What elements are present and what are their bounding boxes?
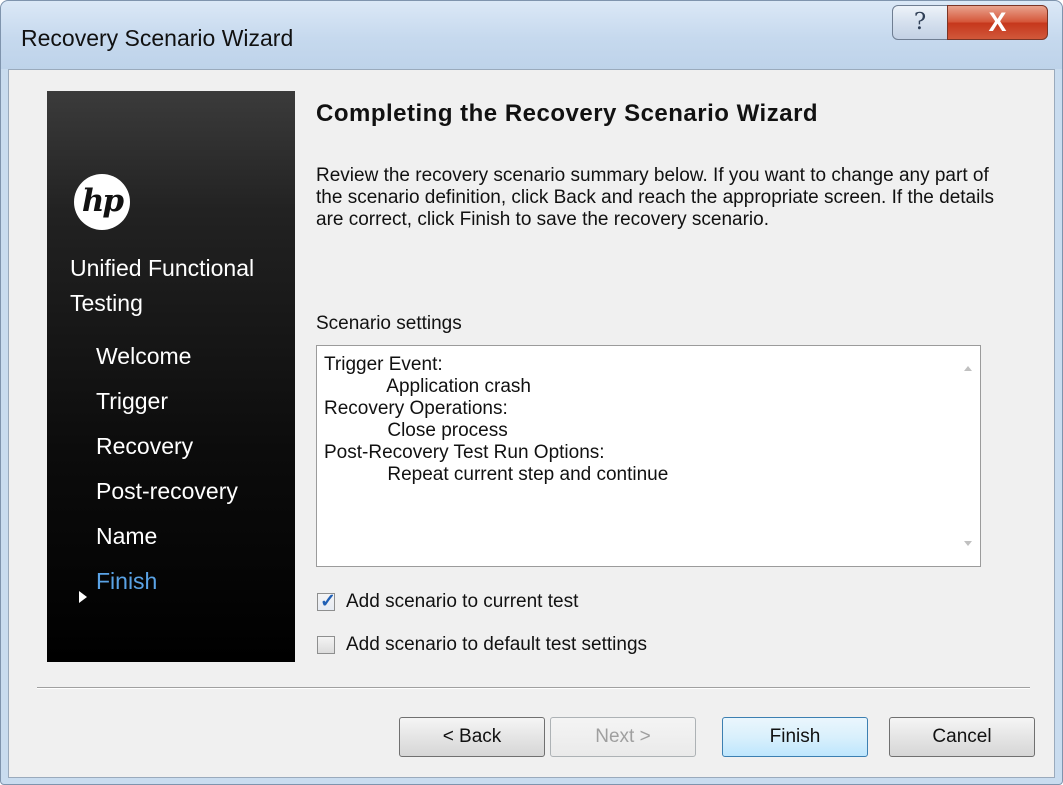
add-to-current-test-label[interactable]: Add scenario to current test bbox=[346, 591, 578, 613]
add-to-current-test-checkbox[interactable]: ✓ bbox=[317, 591, 336, 612]
close-button[interactable]: X bbox=[947, 5, 1048, 40]
finish-button[interactable]: Finish bbox=[722, 717, 868, 757]
settings-line: Trigger Event: bbox=[324, 354, 443, 375]
page-description: Review the recovery scenario summary bel… bbox=[316, 165, 995, 230]
separator bbox=[37, 687, 1030, 689]
cancel-button[interactable]: Cancel bbox=[889, 717, 1035, 757]
wizard-sidebar: hp Unified Functional Testing Welcome Tr… bbox=[47, 91, 295, 662]
scroll-down-icon[interactable] bbox=[964, 541, 972, 546]
step-post-recovery: Post-recovery bbox=[96, 478, 238, 504]
back-button[interactable]: < Back bbox=[399, 717, 545, 757]
checkmark-icon: ✓ bbox=[320, 591, 336, 612]
current-step-arrow-icon bbox=[79, 591, 87, 603]
title-bar[interactable]: Recovery Scenario Wizard ? X bbox=[1, 1, 1062, 69]
step-trigger: Trigger bbox=[96, 388, 168, 414]
close-icon: X bbox=[988, 7, 1007, 37]
hp-logo-text: hp bbox=[81, 183, 124, 219]
scenario-settings-box[interactable]: Trigger Event: Application crash Recover… bbox=[316, 345, 981, 567]
product-name: Unified Functional Testing bbox=[70, 255, 255, 316]
settings-label: Scenario settings bbox=[316, 313, 462, 334]
step-finish: Finish bbox=[96, 568, 158, 594]
settings-line: Recovery Operations: bbox=[324, 398, 508, 419]
settings-line: Repeat current step and continue bbox=[324, 464, 669, 485]
page-title: Completing the Recovery Scenario Wizard bbox=[316, 100, 819, 127]
scroll-up-icon[interactable] bbox=[964, 366, 972, 371]
vertical-scrollbar[interactable] bbox=[958, 346, 980, 566]
step-welcome: Welcome bbox=[96, 343, 192, 369]
settings-line: Close process bbox=[324, 420, 508, 441]
scenario-settings-text: Trigger Event: Application crash Recover… bbox=[324, 354, 668, 486]
step-name: Name bbox=[96, 523, 158, 549]
add-to-default-settings-checkbox[interactable] bbox=[317, 636, 335, 654]
settings-line: Application crash bbox=[324, 376, 531, 397]
hp-logo: hp bbox=[74, 174, 130, 230]
wizard-window: Recovery Scenario Wizard ? X hp Unified … bbox=[0, 0, 1063, 785]
next-button[interactable]: Next > bbox=[550, 717, 696, 757]
dialog-body: hp Unified Functional Testing Welcome Tr… bbox=[8, 69, 1055, 778]
window-title: Recovery Scenario Wizard bbox=[21, 25, 294, 51]
add-to-default-settings-label[interactable]: Add scenario to default test settings bbox=[346, 634, 647, 656]
step-recovery: Recovery bbox=[96, 433, 194, 459]
help-button[interactable]: ? bbox=[892, 5, 948, 40]
help-icon: ? bbox=[913, 9, 927, 35]
settings-line: Post-Recovery Test Run Options: bbox=[324, 442, 605, 463]
